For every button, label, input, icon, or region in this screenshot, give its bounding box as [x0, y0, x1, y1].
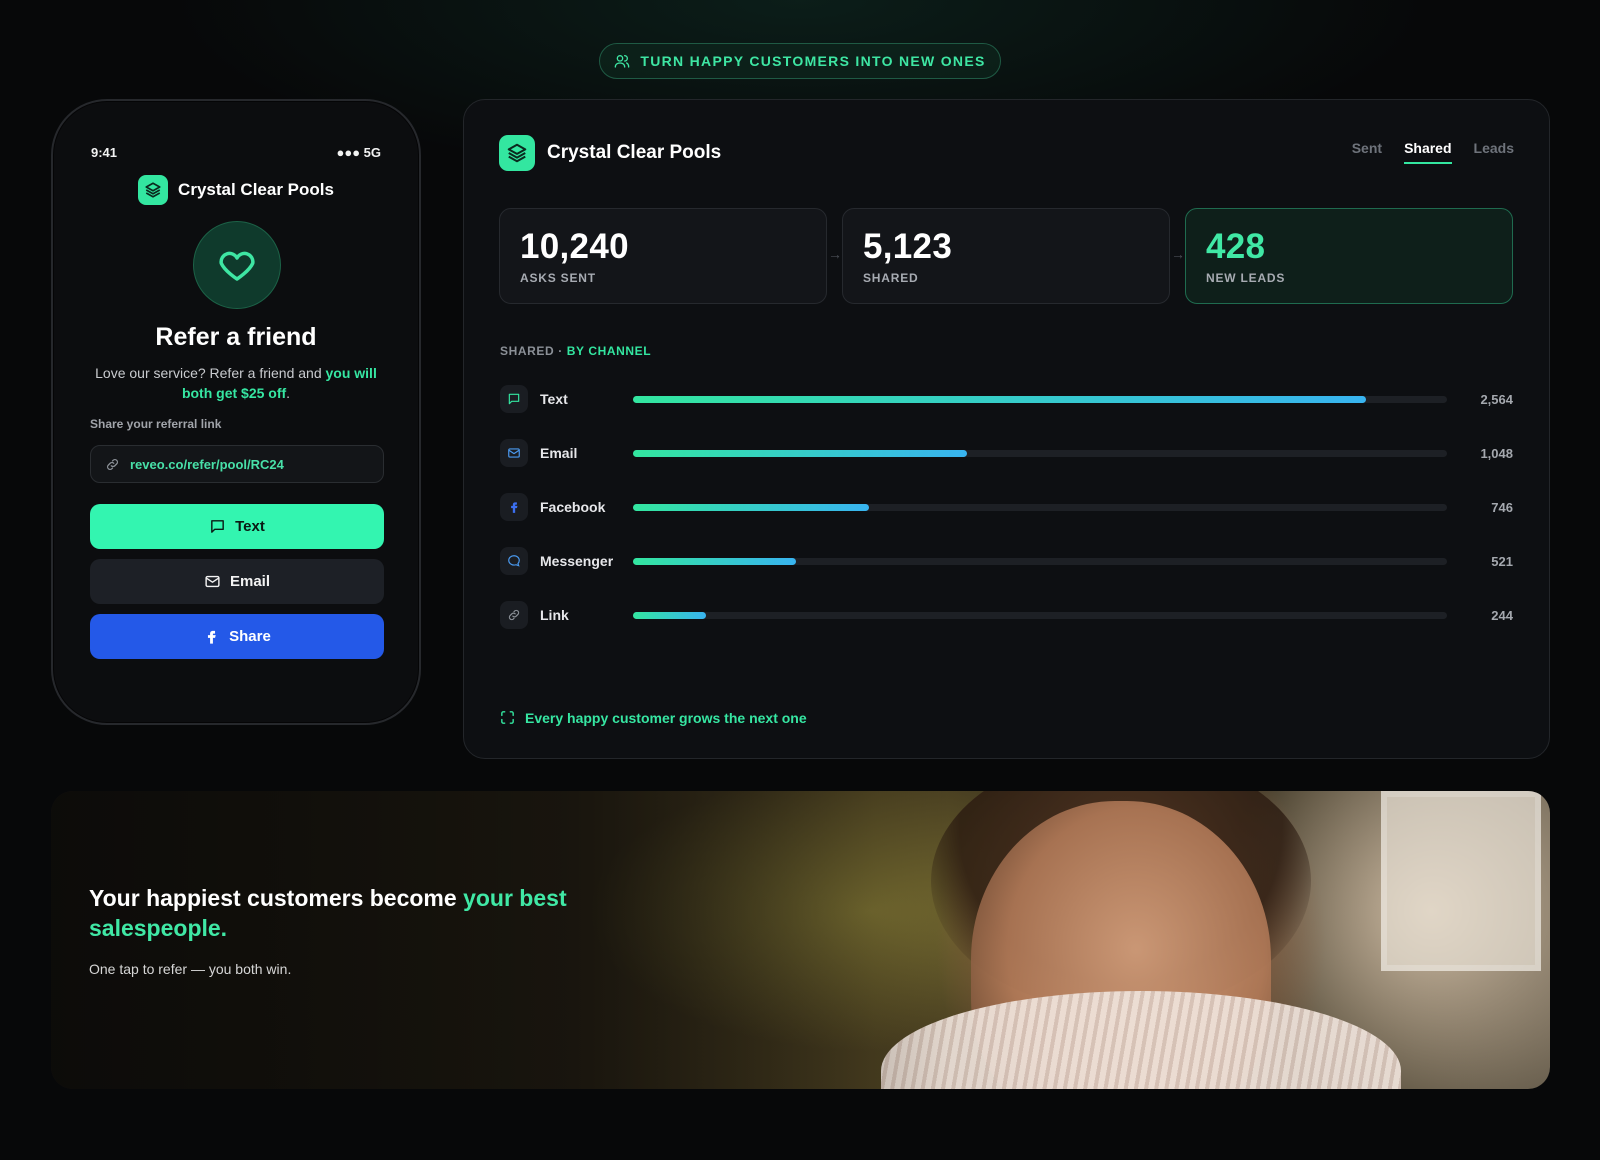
stat-value: 5,123 — [863, 227, 953, 266]
mail-icon — [205, 575, 220, 588]
channel-value: 521 — [1491, 553, 1513, 569]
arrow-right-icon: → — [1171, 246, 1185, 262]
brand-logo-icon — [499, 135, 535, 171]
channel-name: Email — [540, 445, 578, 461]
heart-icon — [193, 221, 281, 309]
channel-row: Email 1,048 — [500, 437, 1513, 469]
channel-value: 1,048 — [1480, 445, 1513, 461]
channel-bar-track — [633, 503, 1447, 511]
users-icon — [615, 55, 630, 68]
dashboard-footer: Every happy customer grows the next one — [499, 709, 807, 726]
phone-brand-name: Crystal Clear Pools — [178, 180, 334, 199]
channel-bar-track — [633, 611, 1447, 619]
stat-label: ASKS SENT — [520, 271, 596, 285]
referral-desc-text: Love our service? Refer a friend and — [95, 365, 326, 381]
channel-value: 244 — [1491, 607, 1513, 623]
stat-asks-sent: 10,240 ASKS SENT — [499, 208, 827, 304]
tab-sent[interactable]: Sent — [1352, 140, 1382, 164]
message-icon — [500, 385, 528, 413]
facebook-icon — [500, 493, 528, 521]
channel-name: Link — [540, 607, 569, 623]
share-text-label: Text — [235, 518, 265, 535]
stat-label: SHARED — [863, 271, 919, 285]
referral-desc-end: . — [286, 385, 291, 401]
dashboard-brand: Crystal Clear Pools — [499, 135, 721, 171]
channel-bar-fill — [633, 395, 1366, 403]
stat-value: 10,240 — [520, 227, 629, 266]
status-bar: 9:41 ●●● 5G — [91, 145, 381, 160]
referral-dashboard: Crystal Clear Pools Sent Shared Leads 10… — [463, 99, 1550, 759]
channel-row: Text 2,564 — [500, 383, 1513, 415]
channel-bar-fill — [633, 503, 870, 511]
channel-bar-fill — [633, 449, 967, 457]
referral-link-field[interactable]: reveo.co/refer/pool/RC24 — [90, 445, 384, 483]
banner-subtitle: One tap to refer — you both win. — [89, 961, 292, 977]
channel-row: Messenger 521 — [500, 545, 1513, 577]
share-link-label: Share your referral link — [90, 417, 222, 431]
channel-bar-track — [633, 449, 1447, 457]
channel-row: Facebook 746 — [500, 491, 1513, 523]
dashboard-brand-name: Crystal Clear Pools — [547, 142, 722, 163]
stat-value: 428 — [1206, 227, 1266, 266]
tagline-text: TURN HAPPY CUSTOMERS INTO NEW ONES — [640, 53, 986, 69]
banner-title-text: Your happiest customers become — [89, 885, 464, 911]
channel-value: 2,564 — [1480, 391, 1513, 407]
tab-shared[interactable]: Shared — [1404, 140, 1452, 164]
facebook-icon — [208, 630, 216, 644]
chat-bubble-icon — [500, 547, 528, 575]
share-facebook-label: Share — [229, 628, 271, 645]
stat-new-leads: 428 NEW LEADS — [1185, 208, 1513, 304]
channel-section-label: SHARED · BY CHANNEL — [500, 344, 651, 358]
channel-value: 746 — [1491, 499, 1513, 515]
share-email-button[interactable]: Email — [90, 559, 384, 604]
brand-logo-icon — [138, 175, 169, 205]
status-time: 9:41 — [91, 145, 118, 160]
channel-bar-fill — [633, 611, 707, 619]
channel-name: Facebook — [540, 499, 606, 515]
section-label-prefix: SHARED · — [500, 344, 567, 358]
channel-bar-track — [633, 557, 1447, 565]
phone-brand: Crystal Clear Pools — [53, 175, 419, 205]
banner-title: Your happiest customers become your best… — [89, 883, 609, 943]
dashboard-tabs: Sent Shared Leads — [1352, 140, 1514, 164]
testimonial-banner: Your happiest customers become your best… — [51, 791, 1550, 1089]
channel-name: Text — [540, 391, 568, 407]
stat-label: NEW LEADS — [1206, 271, 1286, 285]
channel-bar-track — [633, 395, 1447, 403]
referral-link-value: reveo.co/refer/pool/RC24 — [130, 456, 284, 472]
channel-name: Messenger — [540, 553, 614, 569]
phone-mockup: 9:41 ●●● 5G Crystal Clear Pools Refer a … — [51, 99, 421, 725]
section-label-highlight: BY CHANNEL — [566, 344, 652, 358]
channel-bar-fill — [633, 557, 796, 565]
share-email-label: Email — [229, 573, 271, 590]
link-icon — [107, 458, 118, 470]
share-text-button[interactable]: Text — [90, 504, 384, 549]
message-icon — [211, 520, 224, 533]
arrow-right-icon: → — [828, 246, 842, 262]
channel-row: Link 244 — [500, 599, 1513, 631]
referral-title: Refer a friend — [155, 323, 317, 351]
share-facebook-button[interactable]: Share — [90, 614, 384, 659]
cycle-icon — [501, 711, 514, 724]
dashboard-footer-text: Every happy customer grows the next one — [525, 709, 807, 726]
tab-leads[interactable]: Leads — [1474, 140, 1514, 164]
referral-description: Love our service? Refer a friend and you… — [89, 363, 383, 403]
stat-shared: 5,123 SHARED — [842, 208, 1170, 304]
status-signal: ●●● 5G — [336, 145, 381, 160]
mail-icon — [500, 439, 528, 467]
link-icon — [500, 601, 528, 629]
tagline-pill: TURN HAPPY CUSTOMERS INTO NEW ONES — [599, 43, 1001, 79]
